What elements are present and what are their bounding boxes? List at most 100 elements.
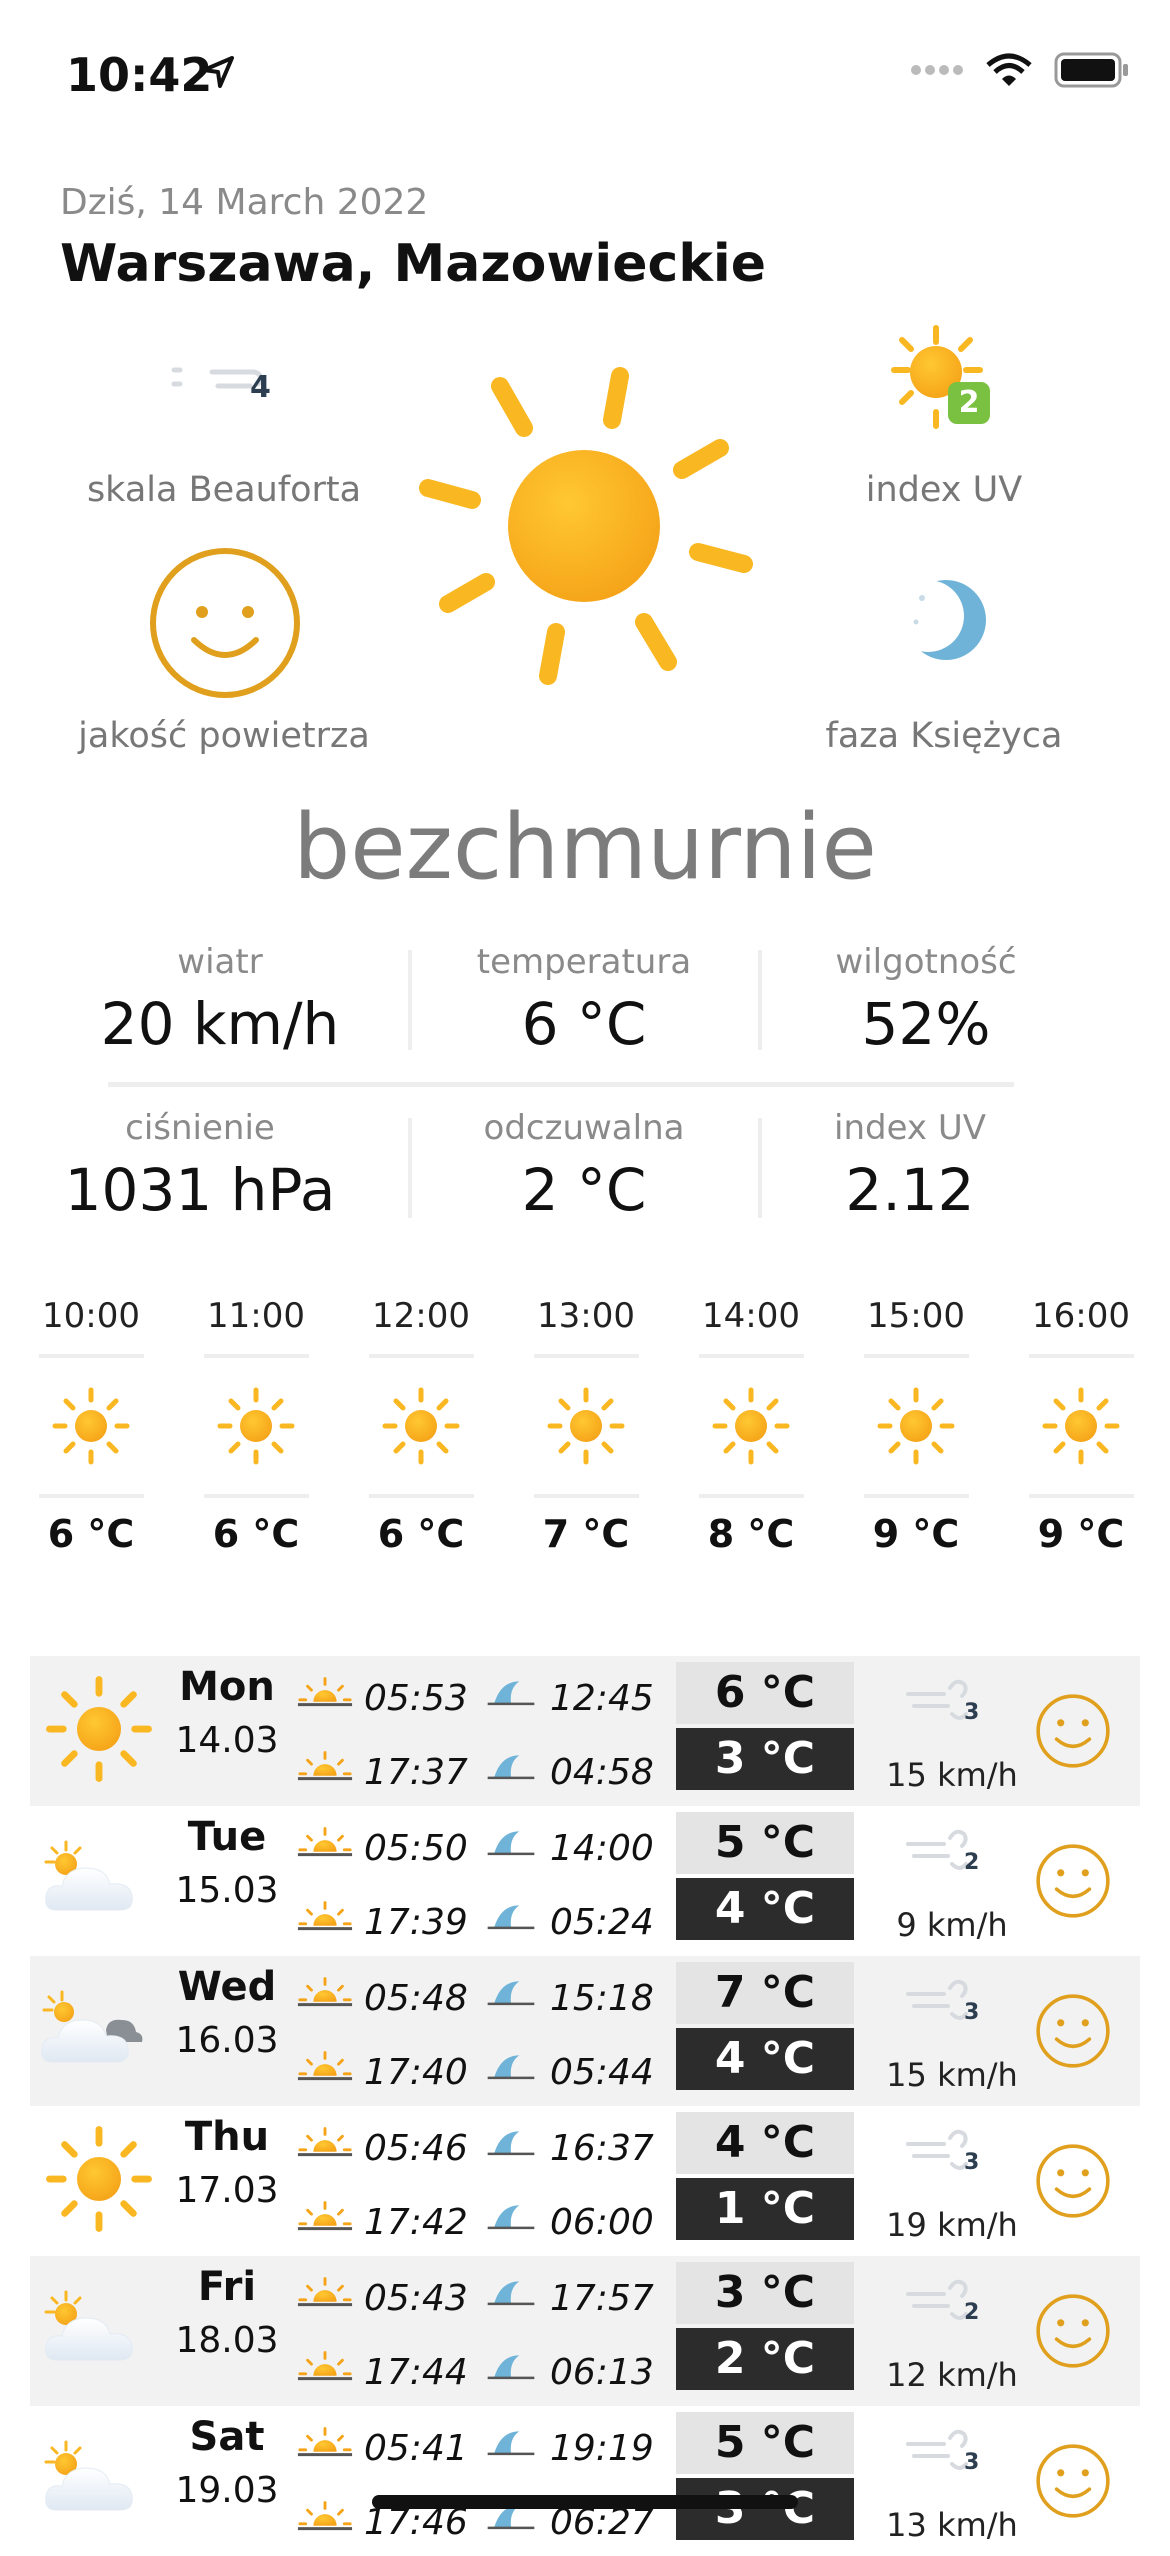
wifi-icon [986,53,1032,91]
sunrise-icon [296,1824,354,1864]
beaufort-icon[interactable]: 4 [168,358,278,412]
air-quality-smile-icon [1032,1990,1114,2072]
temp-high: 6 °C [676,1662,854,1724]
divider [758,950,762,1050]
hour-time: 14:00 [702,1296,800,1336]
hour-item[interactable]: 16:00 9 °C [1026,1296,1136,1556]
air-quality-smile-icon[interactable] [150,548,300,702]
hour-item[interactable]: 12:00 6 °C [366,1296,476,1556]
stat-uv-value: 2.12 [845,1156,975,1224]
wind-speed: 13 km/h [886,2506,1018,2544]
hour-item[interactable]: 10:00 6 °C [36,1296,146,1556]
sunset-time: 17:39 [364,1902,468,1943]
day-name: Wed [177,1964,277,2010]
day-row[interactable]: Thu 17.03 05:46 17:42 16:37 06:00 4 °C 1… [30,2106,1140,2256]
sunset-icon [296,2498,354,2538]
hour-time: 10:00 [42,1296,140,1336]
big-sun-icon [414,356,754,700]
day-row[interactable]: Tue 15.03 05:50 17:39 14:00 05:24 5 °C 4… [30,1806,1140,1956]
stat-wind-value: 20 km/h [100,990,340,1058]
hour-item[interactable]: 11:00 6 °C [201,1296,311,1556]
wind-beaufort: 2 [964,2300,980,2325]
day-row[interactable]: Mon 14.03 05:53 17:37 12:45 04:58 6 °C 3… [30,1656,1140,1806]
wind-speed: 12 km/h [886,2356,1018,2394]
hour-item[interactable]: 13:00 7 °C [531,1296,641,1556]
temp-low: 1 °C [676,2178,854,2240]
hour-temp: 9 °C [872,1512,960,1556]
day-row[interactable]: Sat 19.03 05:41 17:46 19:19 06:27 5 °C 3… [30,2406,1140,2556]
day-name: Sat [189,2414,265,2460]
location-arrow-icon [200,54,236,94]
moonrise-icon [486,1824,536,1862]
temp-high: 5 °C [676,1812,854,1874]
sunset-time: 17:37 [364,1752,468,1793]
sunrise-icon [296,2124,354,2164]
stat-temp-value: 6 °C [521,990,647,1058]
cloudy-icon [36,1982,156,2072]
stat-pressure-title: ciśnienie [125,1108,275,1148]
hourly-forecast[interactable]: 10:00 6 °C 11:00 6 °C 12:00 6 °C 13:00 7… [36,1296,1170,1576]
hour-item[interactable]: 15:00 9 °C [861,1296,971,1556]
signal-icon [910,62,964,82]
day-date: 15.03 [175,1870,279,1911]
uv-badge: 2 [948,382,990,424]
sunrise-icon [296,2424,354,2464]
uv-sun-icon[interactable]: 2 [880,322,1000,446]
status-time: 10:42 [66,48,213,102]
beaufort-label: skala Beauforta [86,470,362,510]
air-quality-smile-icon [1032,1690,1114,1772]
day-date: 17.03 [175,2170,279,2211]
hour-temp: 9 °C [1037,1512,1125,1556]
temp-high: 5 °C [676,2412,854,2474]
wind-beaufort: 3 [964,2150,980,2175]
divider [408,950,412,1050]
sunset-time: 17:40 [364,2052,468,2093]
sunset-icon [296,2198,354,2238]
moonrise-icon [486,1674,536,1712]
moon-phase-label: faza Księżyca [825,716,1063,756]
sunset-time: 17:42 [364,2202,468,2243]
divider [408,1118,412,1218]
home-indicator[interactable] [372,2495,798,2509]
location-name[interactable]: Warszawa, Mazowieckie [60,234,766,294]
hour-temp: 8 °C [707,1512,795,1556]
sun-icon [1041,1386,1121,1466]
beaufort-value: 4 [250,370,271,405]
battery-icon [1054,52,1130,92]
stat-feels-value: 2 °C [521,1156,647,1224]
sun-icon [44,2124,154,2234]
day-row[interactable]: Fri 18.03 05:43 17:44 17:57 06:13 3 °C 2… [30,2256,1140,2406]
day-date: 18.03 [175,2320,279,2361]
sunrise-time: 05:50 [364,1828,468,1869]
hour-temp: 6 °C [47,1512,135,1556]
moonrise-time: 16:37 [550,2128,654,2169]
sunrise-icon [296,1974,354,2014]
hour-time: 11:00 [207,1296,305,1336]
day-row[interactable]: Wed 16.03 05:48 17:40 15:18 05:44 7 °C 4… [30,1956,1140,2106]
hour-item[interactable]: 14:00 8 °C [696,1296,806,1556]
day-date: 19.03 [175,2470,279,2511]
temp-low: 4 °C [676,2028,854,2090]
moonrise-icon [486,1974,536,2012]
moonset-icon [486,1898,536,1936]
temp-high: 3 °C [676,2262,854,2324]
stat-temp-title: temperatura [476,942,692,982]
day-date: 16.03 [175,2020,279,2061]
sunset-icon [296,1748,354,1788]
sunset-time: 17:44 [364,2352,468,2393]
air-quality-label: jakość powietrza [78,716,370,756]
moonset-icon [486,2348,536,2386]
air-quality-smile-icon [1032,2290,1114,2372]
air-quality-smile-icon [1032,1840,1114,1922]
day-date: 14.03 [175,1720,279,1761]
hour-temp: 6 °C [377,1512,465,1556]
sunrise-time: 05:43 [364,2278,468,2319]
hour-temp: 7 °C [542,1512,630,1556]
moonset-time: 06:13 [550,2352,654,2393]
stat-pressure-value: 1031 hPa [64,1156,336,1224]
divider [108,1082,1014,1087]
moon-phase-icon[interactable] [892,578,988,666]
stat-wind-title: wiatr [177,942,263,982]
status-icons [910,52,1130,92]
moonset-time: 04:58 [550,1752,654,1793]
